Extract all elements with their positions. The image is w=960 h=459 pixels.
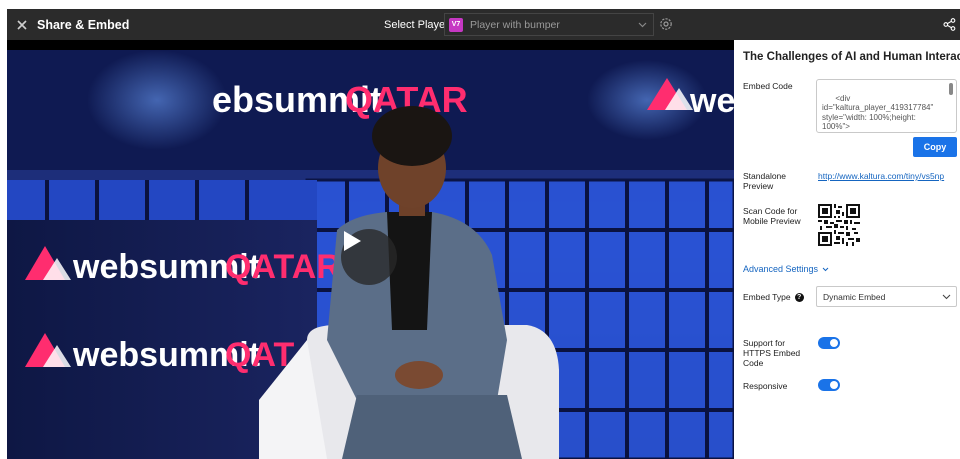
chevron-down-icon (942, 294, 951, 299)
https-label-line-3: Code (743, 358, 764, 368)
https-label-line-1: Support for (743, 338, 786, 348)
share-icon (942, 17, 955, 31)
embed-type-value: Dynamic Embed (823, 291, 886, 302)
player-settings-button[interactable] (657, 15, 675, 33)
embed-code-value: <div id="kaltura_player_419317784" style… (822, 93, 934, 133)
responsive-toggle[interactable] (818, 379, 840, 391)
https-label-line-2: HTTPS Embed (743, 348, 801, 358)
select-player-label: Select Player (384, 18, 449, 31)
embed-code-textarea[interactable]: <div id="kaltura_player_419317784" style… (816, 79, 957, 133)
signage-bottom-city: QAT (225, 336, 294, 374)
top-bar: Share & Embed Select Player V7 Player wi… (0, 0, 960, 44)
embed-code-label: Embed Code (743, 81, 793, 91)
responsive-label: Responsive (743, 381, 788, 391)
close-button[interactable] (11, 14, 33, 36)
signage-mid-city: QATAR (225, 248, 341, 286)
video-top-strip (7, 40, 734, 50)
signage-right-text: we (689, 82, 734, 120)
standalone-preview-link[interactable]: http://www.kaltura.com/tiny/vs5np (818, 171, 944, 181)
header-bar: Share & Embed Select Player V7 Player wi… (7, 9, 960, 40)
media-title: The Challenges of AI and Human Interacti… (743, 51, 960, 63)
toggle-knob (830, 381, 838, 389)
https-embed-toggle[interactable] (818, 337, 840, 349)
advanced-settings-label: Advanced Settings (743, 264, 819, 274)
embed-type-select[interactable]: Dynamic Embed (816, 286, 957, 307)
play-icon (344, 231, 361, 251)
scan-label-line-1: Scan Code for (743, 206, 798, 216)
embed-type-label: Embed Type (743, 292, 791, 302)
player-select[interactable]: V7 Player with bumper (444, 13, 654, 36)
chevron-down-icon (638, 22, 647, 28)
copy-button[interactable]: Copy (913, 137, 957, 157)
embed-type-label-group: Embed Type ? (743, 292, 804, 302)
standalone-preview-label: Standalone Preview (743, 171, 786, 191)
share-button[interactable] (940, 15, 958, 33)
qr-code-icon (818, 204, 860, 246)
share-embed-window: Share & Embed Select Player V7 Player wi… (0, 0, 960, 459)
player-badge: V7 (449, 17, 463, 32)
https-embed-label: Support for HTTPS Embed Code (743, 338, 800, 368)
chevron-down-icon (822, 267, 829, 271)
toggle-knob (830, 339, 838, 347)
video-player[interactable]: ebsummit QATAR we websummit QATAR websum… (7, 40, 734, 459)
player-select-value: Player with bumper (470, 18, 560, 31)
gear-icon (660, 18, 672, 30)
advanced-settings-toggle[interactable]: Advanced Settings (743, 264, 829, 274)
help-icon[interactable]: ? (794, 292, 804, 302)
embed-code-scrollbar[interactable] (949, 83, 953, 95)
scan-label-line-2: Mobile Preview (743, 216, 801, 226)
dialog-title: Share & Embed (37, 17, 130, 32)
close-icon (17, 19, 27, 30)
play-button[interactable] (341, 229, 397, 285)
scan-code-label: Scan Code for Mobile Preview (743, 206, 801, 226)
standalone-label-line-2: Preview (743, 181, 774, 191)
standalone-label-line-1: Standalone (743, 171, 787, 181)
share-settings-panel: The Challenges of AI and Human Interacti… (734, 40, 960, 459)
